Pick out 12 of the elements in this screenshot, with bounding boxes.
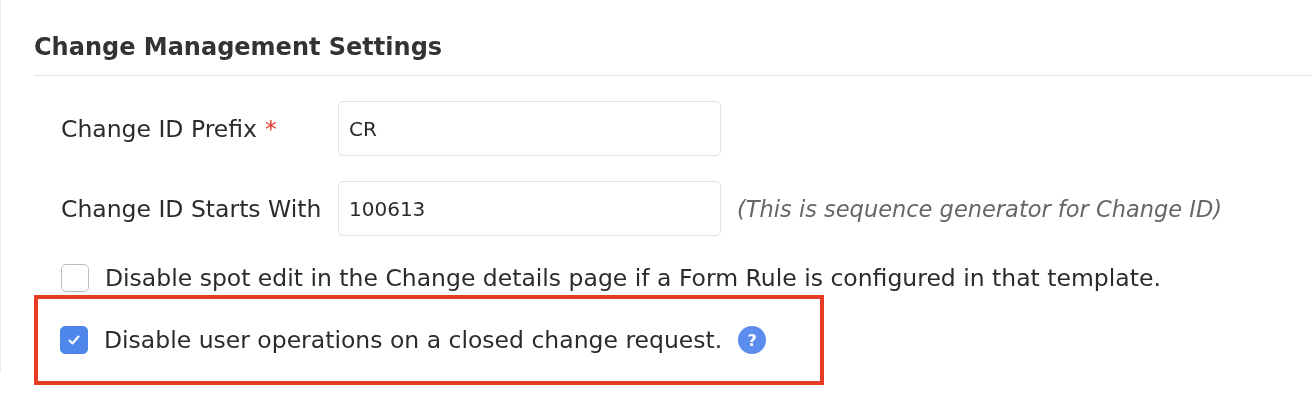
required-mark: *	[265, 114, 277, 143]
input-field[interactable]: 100613	[338, 181, 721, 236]
option-label: Disable user operations on a closed change request.	[104, 326, 723, 354]
checkbox[interactable]	[61, 264, 89, 292]
option-label: Disable spot edit in the Change details page if a Form Rule is configured in that template.	[105, 264, 1161, 292]
field-label: Change ID Prefix	[61, 114, 257, 143]
field-hint: (This is sequence generator for Change ID)	[737, 195, 1222, 222]
checkbox[interactable]	[60, 326, 88, 354]
field-label: Change ID Starts With	[61, 194, 322, 223]
input-field[interactable]: CR	[338, 101, 721, 156]
section-title: Change Management Settings	[34, 32, 444, 63]
check-icon	[66, 332, 82, 348]
